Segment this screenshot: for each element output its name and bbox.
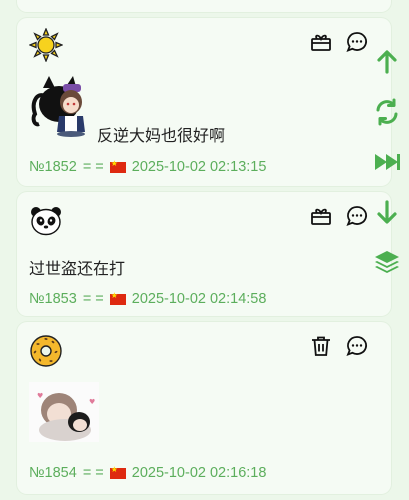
arrow-down-icon[interactable] bbox=[373, 198, 401, 226]
layers-icon[interactable] bbox=[373, 248, 401, 276]
post-card: 反逆大妈也很好啊 №1852 = = 2025-10-02 02:13:15 bbox=[17, 18, 391, 186]
post-card: ♥ ♥ №1854 = = 2025-10-02 02:16:18 bbox=[17, 322, 391, 494]
post-timestamp: 2025-10-02 02:14:58 bbox=[131, 291, 267, 307]
china-flag-icon bbox=[109, 291, 126, 305]
gift-icon[interactable] bbox=[309, 204, 333, 228]
post-timestamp: 2025-10-02 02:13:15 bbox=[131, 159, 267, 175]
panda-avatar bbox=[31, 207, 61, 236]
china-flag-icon bbox=[109, 159, 126, 173]
anime-sticker[interactable]: ♥ ♥ bbox=[29, 382, 99, 442]
post-meta: №1853 = = 2025-10-02 02:14:58 bbox=[29, 291, 267, 308]
arrow-up-icon[interactable] bbox=[373, 48, 401, 76]
floating-controls bbox=[372, 48, 402, 298]
trash-icon[interactable] bbox=[309, 334, 333, 358]
gift-icon[interactable] bbox=[309, 30, 333, 54]
post-separator: = = bbox=[82, 465, 104, 481]
post-meta: №1852 = = 2025-10-02 02:13:15 bbox=[29, 159, 267, 176]
fast-forward-icon[interactable] bbox=[373, 148, 401, 176]
post-number[interactable]: №1853 bbox=[29, 291, 77, 307]
refresh-icon[interactable] bbox=[373, 98, 401, 126]
svg-text:♥: ♥ bbox=[89, 398, 95, 406]
post-timestamp: 2025-10-02 02:16:18 bbox=[131, 465, 267, 481]
post-number[interactable]: №1852 bbox=[29, 159, 77, 175]
post-message: 反逆大妈也很好啊 bbox=[97, 126, 226, 145]
post-separator: = = bbox=[82, 291, 104, 307]
sun-avatar bbox=[29, 28, 63, 62]
post-separator: = = bbox=[82, 159, 104, 175]
post-number[interactable]: №1854 bbox=[29, 465, 77, 481]
anime-character-sticker[interactable] bbox=[29, 74, 91, 140]
previous-post-card bbox=[17, 0, 391, 12]
post-message: 过世盗还在打 bbox=[29, 259, 126, 278]
post-meta: №1854 = = 2025-10-02 02:16:18 bbox=[29, 465, 267, 482]
comment-icon[interactable] bbox=[345, 30, 369, 54]
post-card: 过世盗还在打 №1853 = = 2025-10-02 02:14:58 bbox=[17, 192, 391, 316]
comment-icon[interactable] bbox=[345, 204, 369, 228]
donut-avatar bbox=[30, 335, 62, 367]
china-flag-icon bbox=[109, 465, 126, 479]
svg-text:♥: ♥ bbox=[37, 392, 43, 400]
comment-icon[interactable] bbox=[345, 334, 369, 358]
